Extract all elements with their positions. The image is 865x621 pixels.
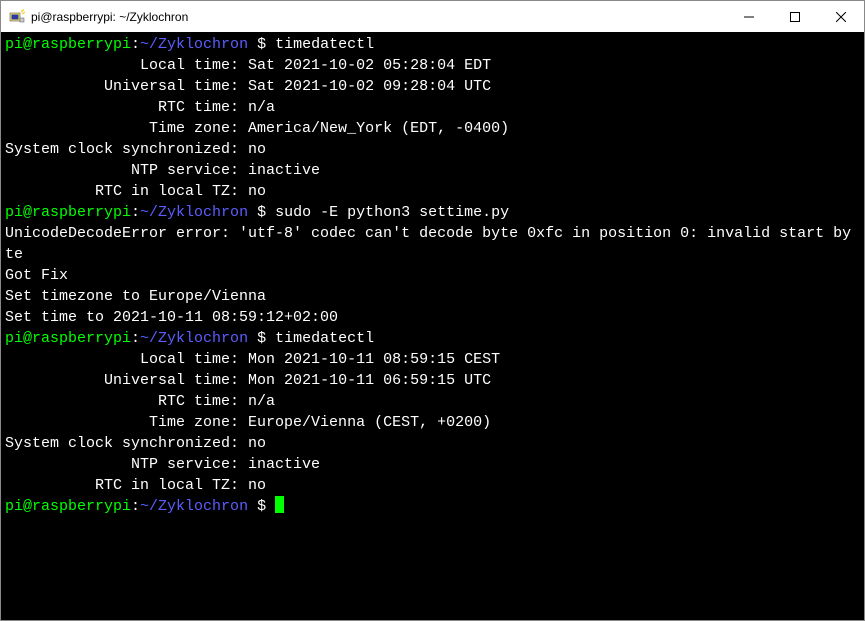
output-line: Time zone: Europe/Vienna (CEST, +0200) (5, 412, 860, 433)
output-line: Universal time: Mon 2021-10-11 06:59:15 … (5, 370, 860, 391)
output-line: System clock synchronized: no (5, 139, 860, 160)
output-line: RTC time: n/a (5, 391, 860, 412)
terminal-line: pi@raspberrypi:~/Zyklochron $ timedatect… (5, 328, 860, 349)
prompt-user-host: pi@raspberrypi (5, 36, 131, 53)
putty-icon (9, 9, 25, 25)
command-text: sudo -E python3 settime.py (275, 204, 509, 221)
output-line: Universal time: Sat 2021-10-02 09:28:04 … (5, 76, 860, 97)
output-line: Local time: Sat 2021-10-02 05:28:04 EDT (5, 55, 860, 76)
output-line: Local time: Mon 2021-10-11 08:59:15 CEST (5, 349, 860, 370)
prompt-path: ~/Zyklochron (140, 36, 248, 53)
output-line: NTP service: inactive (5, 160, 860, 181)
terminal-line: pi@raspberrypi:~/Zyklochron $ timedatect… (5, 34, 860, 55)
prompt-separator: : (131, 204, 140, 221)
cursor (275, 496, 284, 513)
prompt-symbol: $ (248, 498, 275, 515)
prompt-path: ~/Zyklochron (140, 498, 248, 515)
command-text: timedatectl (275, 36, 374, 53)
terminal-line: pi@raspberrypi:~/Zyklochron $ sudo -E py… (5, 202, 860, 223)
command-text: timedatectl (275, 330, 374, 347)
output-line: NTP service: inactive (5, 454, 860, 475)
prompt-path: ~/Zyklochron (140, 204, 248, 221)
output-line: Set time to 2021-10-11 08:59:12+02:00 (5, 307, 860, 328)
output-line: RTC time: n/a (5, 97, 860, 118)
prompt-user-host: pi@raspberrypi (5, 498, 131, 515)
output-line: UnicodeDecodeError error: 'utf-8' codec … (5, 223, 860, 265)
window-title: pi@raspberrypi: ~/Zyklochron (31, 10, 726, 24)
output-line: RTC in local TZ: no (5, 181, 860, 202)
minimize-button[interactable] (726, 1, 772, 32)
terminal-line: pi@raspberrypi:~/Zyklochron $ (5, 496, 860, 517)
terminal-area[interactable]: pi@raspberrypi:~/Zyklochron $ timedatect… (1, 32, 864, 620)
prompt-path: ~/Zyklochron (140, 330, 248, 347)
prompt-separator: : (131, 498, 140, 515)
terminal-window: pi@raspberrypi: ~/Zyklochron pi@raspberr… (0, 0, 865, 621)
output-line: RTC in local TZ: no (5, 475, 860, 496)
output-line: Set timezone to Europe/Vienna (5, 286, 860, 307)
maximize-button[interactable] (772, 1, 818, 32)
prompt-separator: : (131, 330, 140, 347)
prompt-user-host: pi@raspberrypi (5, 330, 131, 347)
titlebar[interactable]: pi@raspberrypi: ~/Zyklochron (1, 1, 864, 32)
prompt-symbol: $ (248, 204, 275, 221)
prompt-user-host: pi@raspberrypi (5, 204, 131, 221)
prompt-separator: : (131, 36, 140, 53)
close-button[interactable] (818, 1, 864, 32)
output-line: System clock synchronized: no (5, 433, 860, 454)
output-line: Got Fix (5, 265, 860, 286)
prompt-symbol: $ (248, 330, 275, 347)
prompt-symbol: $ (248, 36, 275, 53)
window-controls (726, 1, 864, 32)
output-line: Time zone: America/New_York (EDT, -0400) (5, 118, 860, 139)
